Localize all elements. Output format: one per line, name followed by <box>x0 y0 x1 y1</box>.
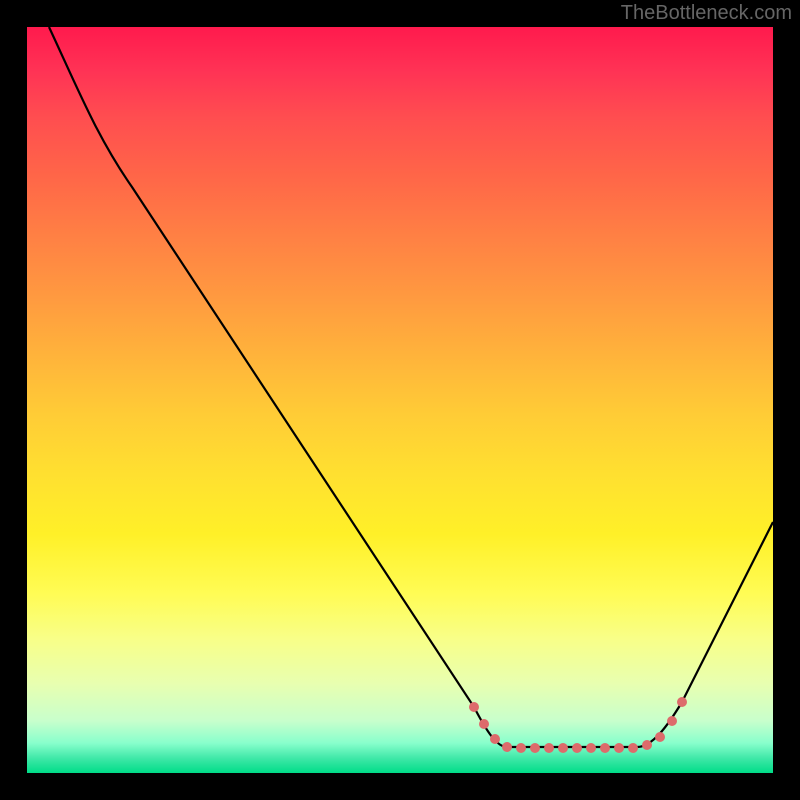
watermark-text: TheBottleneck.com <box>621 2 792 25</box>
bottleneck-curve-svg <box>27 27 773 773</box>
chart-plot-area <box>27 27 773 773</box>
main-curve <box>49 27 773 747</box>
